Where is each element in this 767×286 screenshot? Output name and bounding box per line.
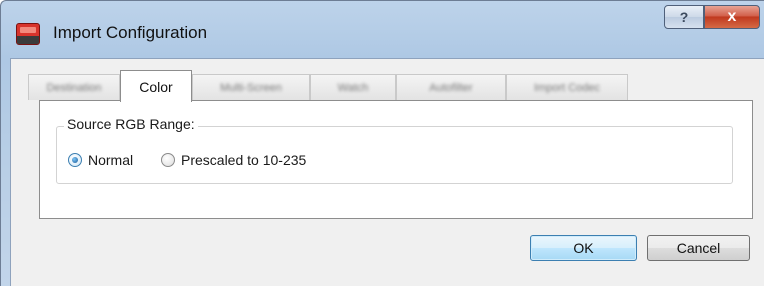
- help-button[interactable]: ?: [664, 5, 704, 29]
- radio-normal-label: Normal: [88, 152, 134, 168]
- tab-multi-screen[interactable]: Multi-Screen: [192, 74, 310, 100]
- tab-import-codec[interactable]: Import Codec: [506, 74, 628, 100]
- radio-normal[interactable]: Normal: [68, 152, 133, 168]
- radio-unselected-icon: [161, 153, 175, 167]
- radio-selected-icon: [68, 153, 82, 167]
- tab-autofilter[interactable]: Autofilter: [396, 74, 506, 100]
- window-title: Import Configuration: [53, 23, 208, 42]
- radio-prescaled[interactable]: Prescaled to 10-235: [161, 152, 306, 168]
- radio-prescaled-label: Prescaled to 10-235: [181, 152, 307, 168]
- tab-watch[interactable]: Watch: [310, 74, 396, 100]
- tab-destination[interactable]: Destination: [28, 74, 120, 100]
- cancel-button[interactable]: Cancel: [647, 235, 750, 261]
- help-icon: ?: [679, 9, 689, 25]
- close-icon: x: [727, 8, 737, 25]
- source-rgb-range-label: Source RGB Range:: [64, 116, 198, 132]
- close-button[interactable]: x: [704, 5, 760, 29]
- tab-bar: Destination Color Multi-Screen Watch Aut…: [28, 70, 668, 102]
- tab-color[interactable]: Color: [120, 70, 192, 102]
- source-rgb-range-group: [56, 126, 733, 184]
- ok-button[interactable]: OK: [530, 235, 637, 261]
- app-icon: [16, 23, 40, 45]
